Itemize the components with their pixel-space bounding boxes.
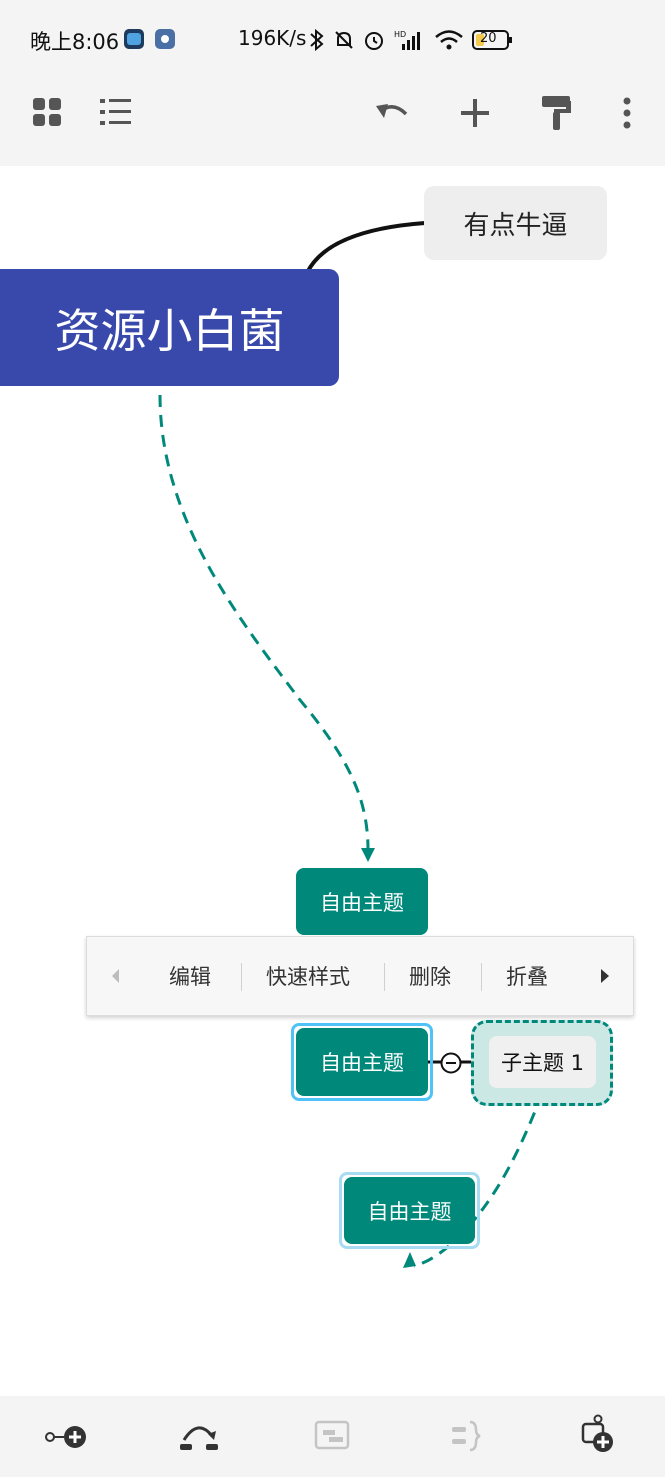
summary-brace-icon[interactable] (450, 1418, 484, 1458)
menu-next-arrow-icon[interactable] (599, 967, 611, 989)
relationship-line-1 (158, 394, 370, 851)
connector-central-to-subtopic (306, 221, 426, 272)
add-floating-topic-icon[interactable] (580, 1414, 618, 1458)
free-topic-1[interactable]: 自由主题 (296, 868, 428, 935)
subtopic-node[interactable]: 有点牛逼 (424, 186, 607, 260)
menu-divider (481, 963, 482, 991)
menu-divider (384, 963, 385, 991)
menu-item-edit[interactable]: 编辑 (169, 937, 211, 1015)
collapse-toggle-icon[interactable] (440, 1052, 462, 1078)
bottom-toolbar (0, 1396, 665, 1477)
add-subtopic-icon[interactable] (44, 1422, 90, 1456)
relationship-arrow-2 (403, 1252, 416, 1268)
relationship-arrow-1 (361, 848, 375, 862)
child-topic-label: 子主题 1 (500, 1051, 585, 1075)
free-topic-2[interactable]: 自由主题 (296, 1028, 428, 1096)
menu-item-delete[interactable]: 删除 (409, 937, 451, 1015)
menu-item-collapse[interactable]: 折叠 (506, 937, 548, 1015)
central-topic-label: 资源小白菌 (54, 303, 285, 358)
free-topic-1-label: 自由主题 (320, 890, 404, 915)
central-topic[interactable]: 资源小白菌 (0, 269, 339, 386)
summary-box-icon[interactable] (314, 1420, 352, 1456)
child-topic[interactable]: 子主题 1 (489, 1036, 596, 1088)
subtopic-label: 有点牛逼 (463, 210, 568, 241)
menu-item-quick-style[interactable]: 快速样式 (266, 937, 350, 1015)
free-topic-3[interactable]: 自由主题 (344, 1177, 475, 1244)
free-topic-3-label: 自由主题 (367, 1199, 452, 1224)
context-menu: 编辑 快速样式 删除 折叠 (86, 936, 634, 1016)
menu-prev-arrow-icon[interactable] (109, 967, 121, 989)
free-topic-2-label: 自由主题 (320, 1051, 404, 1075)
relationship-icon[interactable] (178, 1418, 222, 1458)
menu-divider (241, 963, 242, 991)
